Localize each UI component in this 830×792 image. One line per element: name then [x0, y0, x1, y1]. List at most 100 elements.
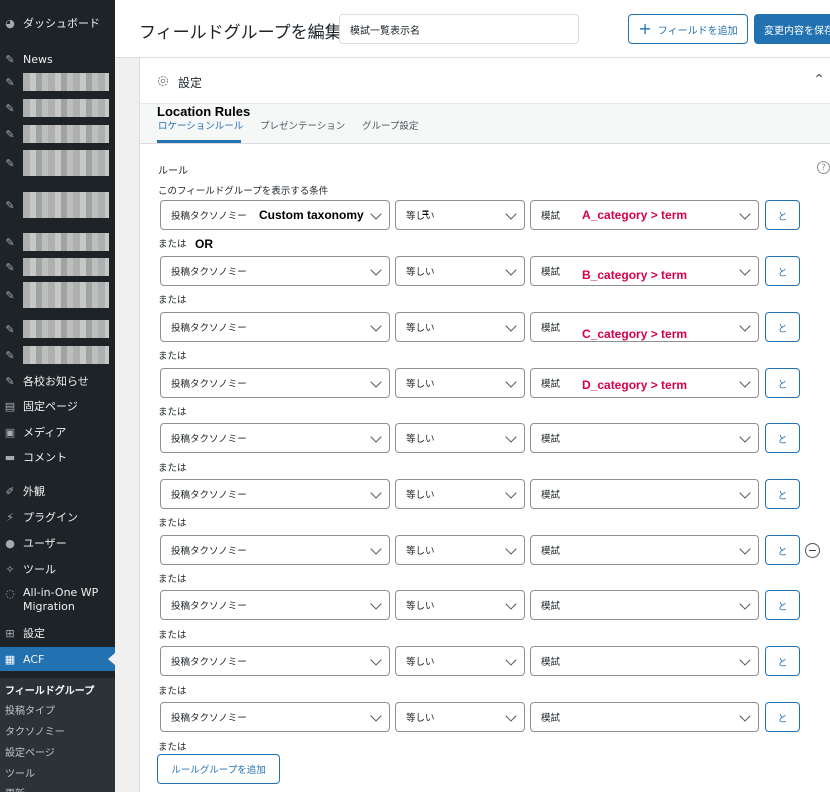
and-button[interactable]: と: [765, 200, 800, 230]
field-group-title-input[interactable]: [339, 14, 579, 44]
and-button[interactable]: と: [765, 312, 800, 342]
sidebar-item-redacted[interactable]: ✎: [0, 233, 115, 251]
user-icon: ●: [5, 536, 15, 550]
select-value: 等しい: [406, 323, 435, 334]
submenu-options-pages[interactable]: 設定ページ: [5, 744, 55, 759]
rule-operator-select[interactable]: 等しい: [395, 702, 525, 732]
sidebar-item-pages[interactable]: ▤ 固定ページ: [0, 397, 115, 415]
rule-operator-select[interactable]: 等しい: [395, 479, 525, 509]
or-label: または: [158, 239, 187, 250]
and-button[interactable]: と: [765, 423, 800, 453]
sidebar-item-media[interactable]: ▣ メディア: [0, 423, 115, 441]
select-value: 模試: [541, 713, 561, 724]
acf-submenu: フィールドグループ 投稿タイプ タクソノミー 設定ページ ツール 更新: [0, 678, 115, 792]
rule-param-select[interactable]: 投稿タクソノミー: [160, 256, 390, 286]
rule-operator-select[interactable]: 等しい: [395, 535, 525, 565]
sidebar-item-migration[interactable]: ◌ All-in-One WP Migration: [0, 586, 115, 616]
sidebar-item-redacted[interactable]: ✎: [0, 125, 115, 143]
select-value: 投稿タクソノミー: [171, 211, 247, 222]
select-value: 模試: [541, 323, 561, 334]
chevron-up-icon[interactable]: ⌃: [813, 72, 825, 88]
rule-operator-select[interactable]: 等しい: [395, 368, 525, 398]
rule-param-select[interactable]: 投稿タクソノミー: [160, 312, 390, 342]
rule-operator-select[interactable]: 等しい: [395, 256, 525, 286]
sidebar-item-tools[interactable]: ✧ ツール: [0, 560, 115, 578]
redacted-label: [23, 150, 109, 176]
rule-operator-select[interactable]: 等しい: [395, 646, 525, 676]
rule-value-select[interactable]: 模試: [530, 479, 759, 509]
rule-param-select[interactable]: 投稿タクソノミー: [160, 646, 390, 676]
chevron-down-icon: [370, 320, 382, 332]
sidebar-item-dashboard[interactable]: ◕ ダッシュボード: [0, 14, 115, 32]
sidebar-item-label: ダッシュボード: [23, 17, 100, 30]
tab-group-settings[interactable]: グループ設定: [362, 118, 418, 132]
submenu-post-types[interactable]: 投稿タイプ: [5, 702, 55, 717]
sidebar-item-appearance[interactable]: ✐ 外観: [0, 482, 115, 500]
sidebar-item-redacted[interactable]: ✎: [0, 192, 115, 218]
chevron-down-icon: [739, 654, 751, 666]
tab-presentation[interactable]: プレゼンテーション: [260, 118, 345, 132]
select-value: 投稿タクソノミー: [171, 434, 247, 445]
select-value: 等しい: [406, 379, 435, 390]
sidebar-item-comments[interactable]: ▬ コメント: [0, 448, 115, 466]
sidebar-item-redacted[interactable]: ✎: [0, 320, 115, 338]
tab-location-rules[interactable]: ロケーションルール: [158, 118, 243, 132]
rule-value-select[interactable]: 模試: [530, 646, 759, 676]
sidebar-item-redacted[interactable]: ✎: [0, 73, 115, 91]
and-button[interactable]: と: [765, 702, 800, 732]
rule-param-select[interactable]: 投稿タクソノミー: [160, 423, 390, 453]
submenu-updates[interactable]: 更新: [5, 785, 25, 792]
submenu-field-groups[interactable]: フィールドグループ: [5, 682, 94, 697]
and-button[interactable]: と: [765, 590, 800, 620]
annotation-b-category: B_category > term: [582, 268, 688, 282]
chevron-down-icon: [370, 487, 382, 499]
chevron-down-icon: [505, 431, 517, 443]
help-icon[interactable]: ?: [817, 161, 830, 174]
save-changes-button[interactable]: 変更内容を保存: [754, 14, 830, 44]
sidebar-item-notice[interactable]: ✎ 各校お知らせ: [0, 372, 115, 390]
rule-value-select[interactable]: 模試: [530, 423, 759, 453]
chevron-down-icon: [505, 710, 517, 722]
rule-param-select[interactable]: 投稿タクソノミー: [160, 479, 390, 509]
rule-value-select[interactable]: 模試: [530, 535, 759, 565]
or-label: または: [158, 463, 187, 474]
rule-param-select[interactable]: 投稿タクソノミー: [160, 535, 390, 565]
and-button[interactable]: と: [765, 646, 800, 676]
rule-param-select[interactable]: 投稿タクソノミー: [160, 702, 390, 732]
rule-operator-select[interactable]: 等しい: [395, 590, 525, 620]
sidebar-item-redacted[interactable]: ✎: [0, 346, 115, 364]
and-button[interactable]: と: [765, 535, 800, 565]
rule-operator-select[interactable]: 等しい: [395, 423, 525, 453]
sidebar-item-redacted[interactable]: ✎: [0, 99, 115, 117]
add-field-button[interactable]: + フィールドを追加: [628, 14, 748, 44]
submenu-taxonomies[interactable]: タクソノミー: [5, 723, 65, 738]
sidebar-item-redacted[interactable]: ✎: [0, 282, 115, 308]
settings-icon: ⊞: [5, 626, 15, 640]
sidebar-item-news[interactable]: ✎ News: [0, 50, 115, 68]
select-value: 模試: [541, 434, 561, 445]
submenu-tools[interactable]: ツール: [5, 765, 35, 780]
sidebar-item-redacted[interactable]: ✎: [0, 150, 115, 176]
rule-param-select[interactable]: 投稿タクソノミー: [160, 368, 390, 398]
chevron-down-icon: [739, 320, 751, 332]
and-button[interactable]: と: [765, 368, 800, 398]
pin-icon: ✎: [5, 374, 15, 388]
sidebar-item-acf[interactable]: ▦ ACF: [0, 647, 115, 671]
sidebar-item-plugins[interactable]: ⚡ プラグイン: [0, 508, 115, 526]
rule-value-select[interactable]: 模試: [530, 590, 759, 620]
sidebar-item-settings[interactable]: ⊞ 設定: [0, 624, 115, 642]
sidebar-item-label: ユーザー: [23, 537, 67, 550]
rule-value-select[interactable]: 模試: [530, 702, 759, 732]
rule-operator-select[interactable]: 等しい: [395, 312, 525, 342]
and-button[interactable]: と: [765, 479, 800, 509]
sidebar-item-redacted[interactable]: ✎: [0, 258, 115, 276]
and-button[interactable]: と: [765, 256, 800, 286]
chevron-down-icon: [505, 487, 517, 499]
rule-operator-select[interactable]: 等しい: [395, 200, 525, 230]
redacted-label: [23, 258, 109, 276]
remove-rule-icon[interactable]: −: [805, 543, 820, 558]
settings-header[interactable]: 設定 ⌃: [140, 58, 830, 104]
rule-param-select[interactable]: 投稿タクソノミー: [160, 590, 390, 620]
add-rule-group-button[interactable]: ルールグループを追加: [157, 754, 280, 784]
sidebar-item-users[interactable]: ● ユーザー: [0, 534, 115, 552]
